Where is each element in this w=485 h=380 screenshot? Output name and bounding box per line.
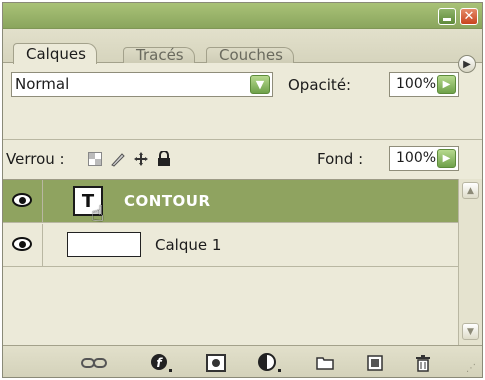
scroll-down-icon[interactable]: ▼ [462,323,479,340]
layer-name[interactable]: CONTOUR [124,191,211,211]
fill-label: Fond : [317,150,364,168]
layer-mask-icon[interactable] [205,353,227,373]
layer-thumbnail [67,232,141,257]
blend-row: Normal ▼ Opacité: 100% ▶ [3,63,482,107]
new-layer-icon[interactable] [365,353,385,373]
lock-row: Verrou : Fond : 100% ▶ [3,140,482,179]
lock-transparency-icon[interactable] [86,150,104,168]
link-layers-icon[interactable] [81,353,107,373]
close-icon[interactable]: ✕ [460,8,478,25]
layers-panel: ✕ Calques Tracés Couches ▶ Normal ▼ Opac… [2,2,483,378]
opacity-label: Opacité: [288,76,352,94]
eye-icon[interactable] [12,237,32,251]
layer-row-calque-1[interactable]: Calque 1 [3,224,460,267]
adjustment-layer-icon[interactable] [258,353,284,373]
vertical-scrollbar[interactable]: ▲ ▼ [458,179,482,345]
arrow-right-icon[interactable]: ▶ [437,75,456,94]
layers-toolbar: f ⋰ [3,345,482,377]
resize-grip-icon[interactable]: ⋰ [466,364,478,376]
group-folder-icon[interactable] [315,353,335,373]
fill-field[interactable]: 100% ▶ [389,146,459,171]
tab-bar: Calques Tracés Couches ▶ [3,29,482,73]
arrow-right-icon[interactable]: ▶ [437,149,456,168]
lock-image-icon[interactable] [109,150,127,168]
layer-row-contour[interactable]: T ☝ CONTOUR [3,180,460,227]
chevron-down-icon[interactable]: ▼ [250,75,270,94]
opacity-field[interactable]: 100% ▶ [389,72,459,97]
tab-couches[interactable]: Couches [206,47,294,63]
eye-icon[interactable] [12,193,32,207]
layers-list: T ☝ CONTOUR Calque 1 [3,179,460,345]
layer-style-icon[interactable]: f [150,353,174,373]
lock-all-icon[interactable] [155,150,173,168]
blend-mode-select[interactable]: Normal ▼ [11,72,273,97]
layer-name[interactable]: Calque 1 [155,235,221,255]
tab-calques[interactable]: Calques [13,43,97,64]
lock-position-icon[interactable] [132,150,150,168]
trash-icon[interactable] [413,353,433,373]
lock-label: Verrou : [6,150,65,168]
minimize-icon[interactable] [438,8,456,25]
scroll-up-icon[interactable]: ▲ [462,182,479,199]
title-bar[interactable]: ✕ [3,3,482,29]
tab-traces[interactable]: Tracés [123,47,195,63]
